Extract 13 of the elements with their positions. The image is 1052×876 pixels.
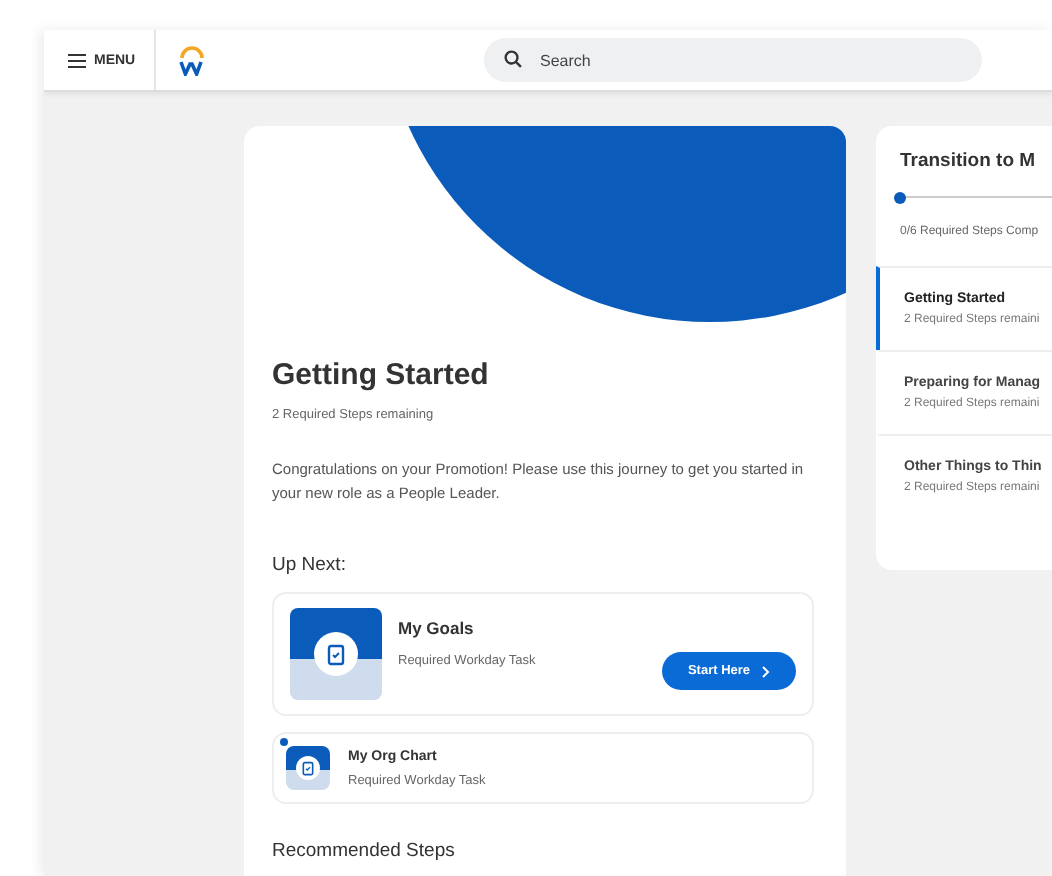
search-icon [504,50,522,68]
chevron-icon [762,665,771,677]
menu-icon [68,53,86,67]
search-field[interactable]: Search [484,38,982,82]
unread-dot [280,738,288,746]
clipboard-icon [300,760,316,776]
task-title: My Goals [398,618,476,638]
section-heading: Up Next: [272,554,348,576]
section-heading: Recommended Steps [272,840,457,862]
logo-icon[interactable] [178,45,206,75]
panel-title: Transition to M [898,150,1038,172]
journey-title: Getting Started [272,358,491,392]
clipboard-icon [324,642,348,666]
